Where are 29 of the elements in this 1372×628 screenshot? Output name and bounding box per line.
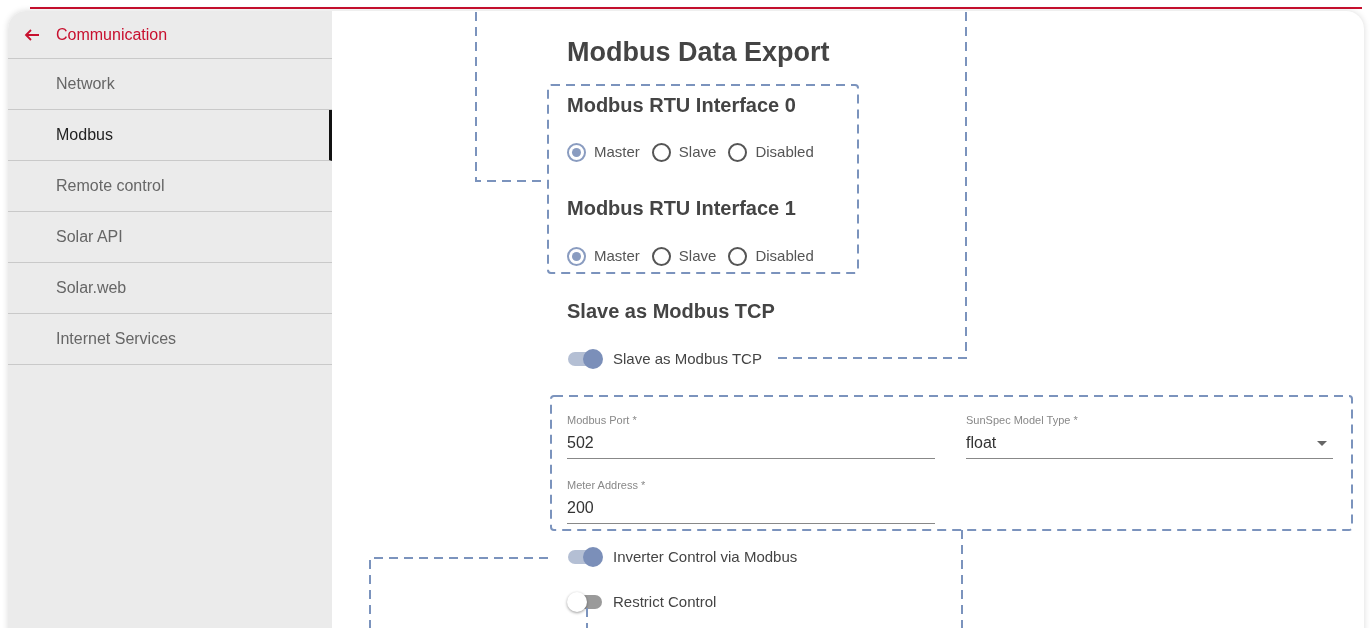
- select-field[interactable]: SunSpec Model Type * float: [966, 413, 1333, 459]
- toggle-label: Restrict Control: [613, 591, 717, 612]
- section-heading: Modbus RTU Interface 1: [567, 196, 797, 221]
- callout-line: [586, 607, 588, 628]
- toggle-switch[interactable]: [567, 547, 603, 567]
- toggle-label: Inverter Control via Modbus: [613, 546, 798, 567]
- sidebar-item[interactable]: Internet Services: [8, 314, 332, 365]
- toggle-label: Slave as Modbus TCP: [613, 348, 762, 369]
- radio-option[interactable]: Master: [567, 244, 640, 268]
- sidebar-item[interactable]: Network: [8, 59, 332, 110]
- dropdown-caret-icon: [1317, 440, 1327, 446]
- radio-option[interactable]: Slave: [651, 140, 717, 164]
- section-heading: Slave as Modbus TCP: [567, 299, 776, 324]
- toggle-switch[interactable]: [567, 592, 603, 612]
- back-arrow-icon: [24, 26, 40, 43]
- page-title: Modbus Data Export: [567, 36, 831, 69]
- section-heading: Modbus RTU Interface 0: [567, 93, 797, 118]
- radio-option[interactable]: Disabled: [728, 244, 814, 268]
- radio-option[interactable]: Slave: [651, 244, 717, 268]
- sidebar-item[interactable]: Solar API: [8, 212, 332, 263]
- input-field[interactable]: Meter Address * 200: [567, 478, 935, 524]
- back-link[interactable]: Communication: [8, 11, 332, 59]
- input-field[interactable]: Modbus Port * 502: [567, 413, 935, 459]
- toggle-switch[interactable]: [567, 349, 603, 369]
- radio-option[interactable]: Master: [567, 140, 640, 164]
- sidebar-item[interactable]: Modbus: [8, 110, 332, 161]
- sidebar-item[interactable]: Solar.web: [8, 263, 332, 314]
- sidebar-item[interactable]: Remote control: [8, 161, 332, 212]
- radio-option[interactable]: Disabled: [728, 140, 814, 164]
